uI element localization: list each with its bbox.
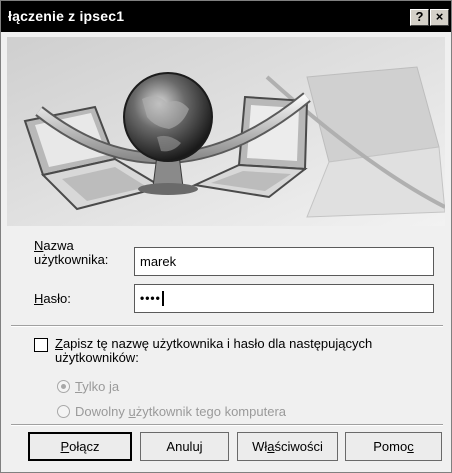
radio-only-me[interactable] <box>57 380 70 393</box>
username-label-mnemonic: N <box>34 238 44 253</box>
help-title-button[interactable]: ? <box>410 9 429 26</box>
title-bar[interactable]: łączenie z ipsec1 ? × <box>1 1 451 32</box>
connect-button[interactable]: Połącz <box>28 432 132 461</box>
properties-mnemonic: a <box>267 439 275 454</box>
save-credentials-label: Zapisz tę nazwę użytkownika i hasło dla … <box>55 337 372 365</box>
save-credentials-checkbox[interactable] <box>34 338 48 352</box>
password-label-mnemonic: H <box>34 291 44 306</box>
radio-any-user-prefix: Dowolny <box>75 404 129 419</box>
question-mark-icon: ? <box>415 9 424 24</box>
connection-banner-image <box>7 37 445 226</box>
close-icon: × <box>435 9 444 24</box>
help-mnemonic: c <box>407 439 414 454</box>
help-button[interactable]: Pomoc <box>345 432 442 461</box>
password-label-text: asło: <box>43 291 71 306</box>
username-label-line2: użytkownika: <box>34 252 109 267</box>
properties-label-prefix: Wł <box>252 439 268 454</box>
connect-label: ołącz <box>69 439 100 454</box>
save-label-mnemonic: Z <box>55 336 63 351</box>
username-label: Nazwa użytkownika: <box>34 239 108 267</box>
dialog-window: łączenie z ipsec1 ? × Nazwa użytkownika:… <box>0 0 452 473</box>
radio-selected-dot <box>61 384 66 389</box>
cancel-button[interactable]: Anuluj <box>140 432 229 461</box>
radio-only-me-text: ylko ja <box>82 379 120 394</box>
password-label: Hasło: <box>34 292 71 306</box>
cancel-label: Anuluj <box>166 439 203 454</box>
separator-bottom <box>11 424 443 426</box>
separator-top <box>11 325 443 327</box>
properties-button[interactable]: Właściwości <box>237 432 338 461</box>
close-title-button[interactable]: × <box>430 9 449 26</box>
connect-mnemonic: P <box>60 439 70 454</box>
text-cursor <box>161 291 164 307</box>
password-input[interactable]: •••• <box>134 284 434 313</box>
username-label-text: azwa <box>43 238 74 253</box>
radio-any-user[interactable] <box>57 405 70 418</box>
network-globe-laptops-illustration <box>7 37 445 226</box>
save-label-text: apisz tę nazwę użytkownika i hasło dla n… <box>62 336 373 351</box>
radio-only-me-label: Tylko ja <box>75 380 119 394</box>
radio-any-user-label: Dowolny użytkownik tego komputera <box>75 405 286 419</box>
radio-any-user-text: żytkownik tego komputera <box>135 404 286 419</box>
window-title: łączenie z ipsec1 <box>8 8 125 24</box>
help-label-prefix: Pomo <box>373 439 408 454</box>
username-input[interactable]: marek <box>134 247 434 276</box>
save-label-line2: użytkowników: <box>55 350 139 365</box>
password-masked-value: •••• <box>140 291 161 305</box>
radio-any-user-mnemonic: u <box>128 404 136 419</box>
properties-label-rest: ściwości <box>274 439 323 454</box>
